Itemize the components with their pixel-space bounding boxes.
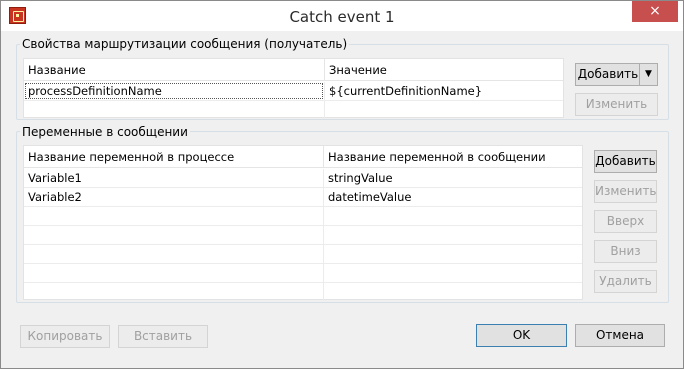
variables-table-header: Название переменной в процессе Название …	[24, 146, 582, 168]
variables-edit-button[interactable]: Изменить	[594, 180, 657, 203]
empty-cell	[24, 226, 323, 244]
table-row[interactable]: Variable2 datetimeValue	[24, 188, 582, 207]
empty-cell	[24, 283, 323, 301]
routing-property-name: processDefinitionName	[24, 82, 324, 100]
empty-cell	[324, 101, 565, 119]
routing-table[interactable]: Название Значение processDefinitionName …	[23, 58, 564, 120]
table-row[interactable]: processDefinitionName ${currentDefinitio…	[24, 82, 563, 101]
empty-cell	[24, 101, 324, 119]
empty-cell	[24, 207, 323, 225]
routing-table-header: Название Значение	[24, 59, 563, 81]
empty-cell	[323, 207, 584, 225]
table-row[interactable]: Variable1 stringValue	[24, 169, 582, 188]
cancel-button[interactable]: Отмена	[575, 324, 665, 347]
routing-add-label: Добавить	[577, 67, 639, 81]
empty-cell	[24, 245, 323, 263]
variables-table[interactable]: Название переменной в процессе Название …	[23, 145, 583, 302]
column-header-message-variable[interactable]: Название переменной в сообщении	[323, 146, 584, 168]
message-variable-cell: stringValue	[323, 169, 584, 187]
message-variable-cell: datetimeValue	[323, 188, 584, 206]
empty-cell	[323, 283, 584, 301]
variables-delete-button[interactable]: Удалить	[594, 270, 657, 293]
title-bar[interactable]: Catch event 1 ×	[1, 1, 683, 31]
chevron-down-icon[interactable]: ▼	[639, 64, 657, 85]
window-title: Catch event 1	[289, 8, 395, 26]
variables-group-label: Переменные в сообщении	[20, 125, 190, 139]
variables-add-button[interactable]: Добавить	[594, 150, 657, 173]
routing-property-value: ${currentDefinitionName}	[324, 82, 565, 100]
table-row[interactable]	[24, 207, 582, 226]
move-down-button[interactable]: Вниз	[594, 240, 657, 263]
close-button[interactable]: ×	[632, 1, 678, 22]
column-header-process-variable[interactable]: Название переменной в процессе	[24, 146, 323, 168]
copy-button[interactable]: Копировать	[20, 325, 110, 348]
routing-edit-button[interactable]: Изменить	[575, 93, 658, 116]
table-row[interactable]	[24, 226, 582, 245]
empty-cell	[323, 245, 584, 263]
empty-cell	[323, 264, 584, 282]
process-variable-cell: Variable1	[28, 171, 82, 185]
dialog-window: Catch event 1 × Свойства маршрутизации с…	[0, 0, 684, 369]
paste-button[interactable]: Вставить	[118, 325, 208, 348]
table-row[interactable]	[24, 101, 563, 120]
empty-cell	[24, 264, 323, 282]
empty-cell	[323, 226, 584, 244]
ok-button[interactable]: OK	[476, 324, 567, 347]
column-header-name[interactable]: Название	[24, 59, 324, 81]
move-up-button[interactable]: Вверх	[594, 210, 657, 233]
routing-add-button[interactable]: Добавить ▼	[575, 63, 658, 86]
process-variable-cell: Variable2	[28, 190, 82, 204]
table-row[interactable]	[24, 264, 582, 283]
table-row[interactable]	[24, 245, 582, 264]
column-header-value[interactable]: Значение	[324, 59, 565, 81]
routing-group-label: Свойства маршрутизации сообщения (получа…	[20, 37, 350, 51]
table-row[interactable]	[24, 283, 582, 302]
